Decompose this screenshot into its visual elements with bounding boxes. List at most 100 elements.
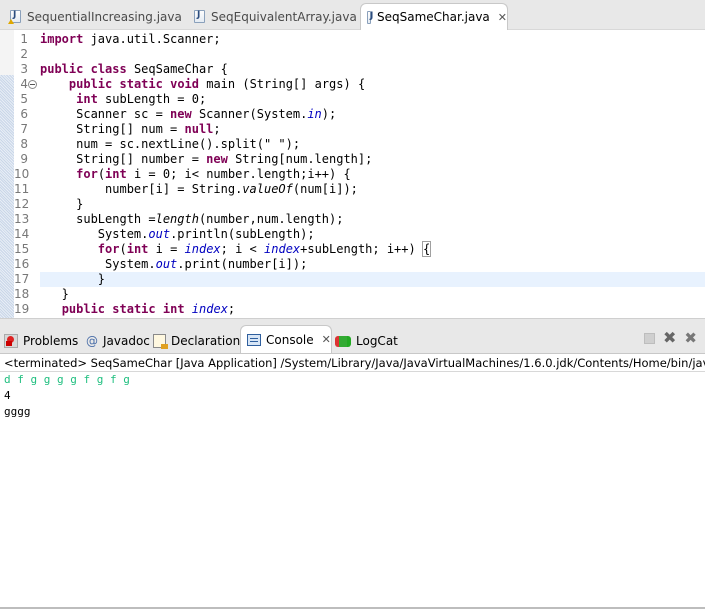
code-text: subLength =length(number,num.length);: [40, 212, 343, 227]
console-view[interactable]: <terminated> SeqSameChar [Java Applicati…: [0, 354, 705, 609]
line-number: 5: [20, 92, 28, 106]
remove-launch-icon[interactable]: ✖: [663, 330, 676, 346]
keyword-token: int: [162, 302, 185, 316]
line-number: 3: [20, 62, 28, 76]
keyword-token: int: [126, 242, 149, 256]
code-text: import java.util.Scanner;: [40, 32, 221, 47]
code-token: System.: [40, 257, 156, 271]
field-token: index: [191, 302, 228, 316]
editor-tab-sequentialincreasing[interactable]: SequentialIncreasing.java: [4, 3, 182, 30]
code-text: Scanner sc = new Scanner(System.in);: [40, 107, 336, 122]
code-token: (number,num.length);: [198, 212, 344, 226]
code-line[interactable]: 4 public static void main (String[] args…: [0, 77, 705, 92]
code-line[interactable]: 14 System.out.println(subLength);: [0, 227, 705, 242]
code-token: number[i] = String.: [40, 182, 243, 196]
code-line[interactable]: 12 }: [0, 197, 705, 212]
code-line[interactable]: 1 import java.util.Scanner;: [0, 32, 705, 47]
editor-tab-seqequivalentarray[interactable]: SeqEquivalentArray.java: [188, 3, 357, 30]
code-token: }: [40, 197, 84, 211]
line-number: 9: [20, 152, 28, 166]
code-token: );: [321, 107, 337, 121]
code-token: .print(number[i]);: [177, 257, 308, 271]
editor-tab-bar: SequentialIncreasing.java SeqEquivalentA…: [0, 0, 705, 30]
tab-problems[interactable]: Problems: [4, 327, 78, 355]
keyword-token: static: [119, 77, 163, 91]
code-line[interactable]: 15 for(int i = index; i < index+subLengt…: [0, 241, 705, 257]
code-line[interactable]: 19 public static int index;: [0, 302, 705, 317]
tab-console[interactable]: Console ✕: [240, 325, 332, 353]
code-text: }: [40, 197, 83, 212]
tab-label: Javadoc: [103, 334, 150, 348]
close-tab-icon[interactable]: ✕: [322, 333, 331, 346]
code-line[interactable]: 9 String[] number = new String[num.lengt…: [0, 152, 705, 167]
field-token: index: [184, 242, 221, 256]
code-token: .println(subLength);: [170, 227, 315, 241]
remove-all-launches-icon[interactable]: ✖: [684, 331, 697, 346]
tab-label: LogCat: [356, 334, 398, 348]
line-number: 13: [14, 212, 30, 226]
code-line[interactable]: 13 subLength =length(number,num.length);: [0, 212, 705, 227]
declaration-icon: [153, 334, 168, 349]
code-token: (num[i]);: [292, 182, 358, 196]
code-token: i = 0; i< number.length;i++) {: [126, 167, 351, 181]
logcat-icon: [335, 335, 351, 347]
code-line[interactable]: 6 Scanner sc = new Scanner(System.in);: [0, 107, 705, 122]
line-number: 17: [14, 272, 30, 286]
tab-declaration[interactable]: Declaration: [153, 327, 240, 355]
editor-tab-label: SequentialIncreasing.java: [27, 9, 182, 24]
code-text: String[] num = null;: [40, 122, 221, 137]
console-output-line: gggg: [4, 405, 31, 418]
code-token: java.util.Scanner;: [83, 32, 221, 46]
code-line[interactable]: 10 for(int i = 0; i< number.length;i++) …: [0, 167, 705, 182]
console-process-label: <terminated> SeqSameChar [Java Applicati…: [0, 354, 705, 372]
keyword-token: for: [76, 167, 98, 181]
tab-javadoc[interactable]: @ Javadoc: [86, 327, 150, 355]
editor-tab-label: SeqSameChar.java: [376, 10, 490, 24]
code-line[interactable]: 18 }: [0, 287, 705, 302]
code-text: public static void main (String[] args) …: [40, 77, 365, 92]
code-line[interactable]: 5 int subLength = 0;: [0, 92, 705, 107]
code-text: number[i] = String.valueOf(num[i]);: [40, 182, 358, 197]
console-output-line: 4: [4, 389, 11, 402]
line-number: 11: [14, 182, 30, 196]
line-number: 2: [20, 47, 28, 61]
code-token: String[] number =: [40, 152, 207, 166]
code-line[interactable]: 17 }: [0, 272, 705, 287]
fold-collapse-icon[interactable]: [28, 80, 37, 89]
terminate-icon[interactable]: [644, 332, 656, 344]
keyword-token: for: [97, 242, 120, 256]
code-text: for(int i = 0; i< number.length;i++) {: [40, 167, 351, 182]
code-text: public class SeqSameChar {: [40, 62, 228, 77]
code-editor[interactable]: 1 import java.util.Scanner; 2 3 public class…: [0, 30, 705, 318]
code-line[interactable]: 7 String[] num = null;: [0, 122, 705, 137]
code-line[interactable]: 3 public class SeqSameChar {: [0, 62, 705, 77]
code-token: Scanner sc =: [40, 107, 171, 121]
line-number: 18: [14, 287, 30, 301]
editor-tab-seqsamechar[interactable]: SeqSameChar.java ✕: [360, 3, 508, 30]
keyword-token: int: [76, 92, 98, 106]
code-token: main (String[] args) {: [199, 77, 366, 91]
code-line[interactable]: 11 number[i] = String.valueOf(num[i]);: [0, 182, 705, 197]
field-token: out: [155, 257, 178, 271]
tab-logcat[interactable]: LogCat: [335, 327, 398, 355]
line-number: 12: [14, 197, 30, 211]
keyword-token: new: [206, 152, 228, 166]
code-line[interactable]: 16 System.out.print(number[i]);: [0, 257, 705, 272]
close-tab-icon[interactable]: ✕: [498, 11, 507, 24]
code-line[interactable]: 2: [0, 47, 705, 62]
field-token: out: [148, 227, 171, 241]
console-input-line: d f g g g g f g f g: [4, 373, 130, 386]
line-number: 8: [20, 137, 28, 151]
code-text: num = sc.nextLine().split(" ");: [40, 137, 300, 152]
tab-label: Declaration: [171, 334, 241, 348]
java-file-warning-icon: [8, 10, 21, 24]
code-token: String[num.length];: [227, 152, 373, 166]
keyword-token: int: [105, 167, 127, 181]
keyword-token: import: [40, 32, 84, 46]
code-line[interactable]: 8 num = sc.nextLine().split(" ");: [0, 137, 705, 152]
